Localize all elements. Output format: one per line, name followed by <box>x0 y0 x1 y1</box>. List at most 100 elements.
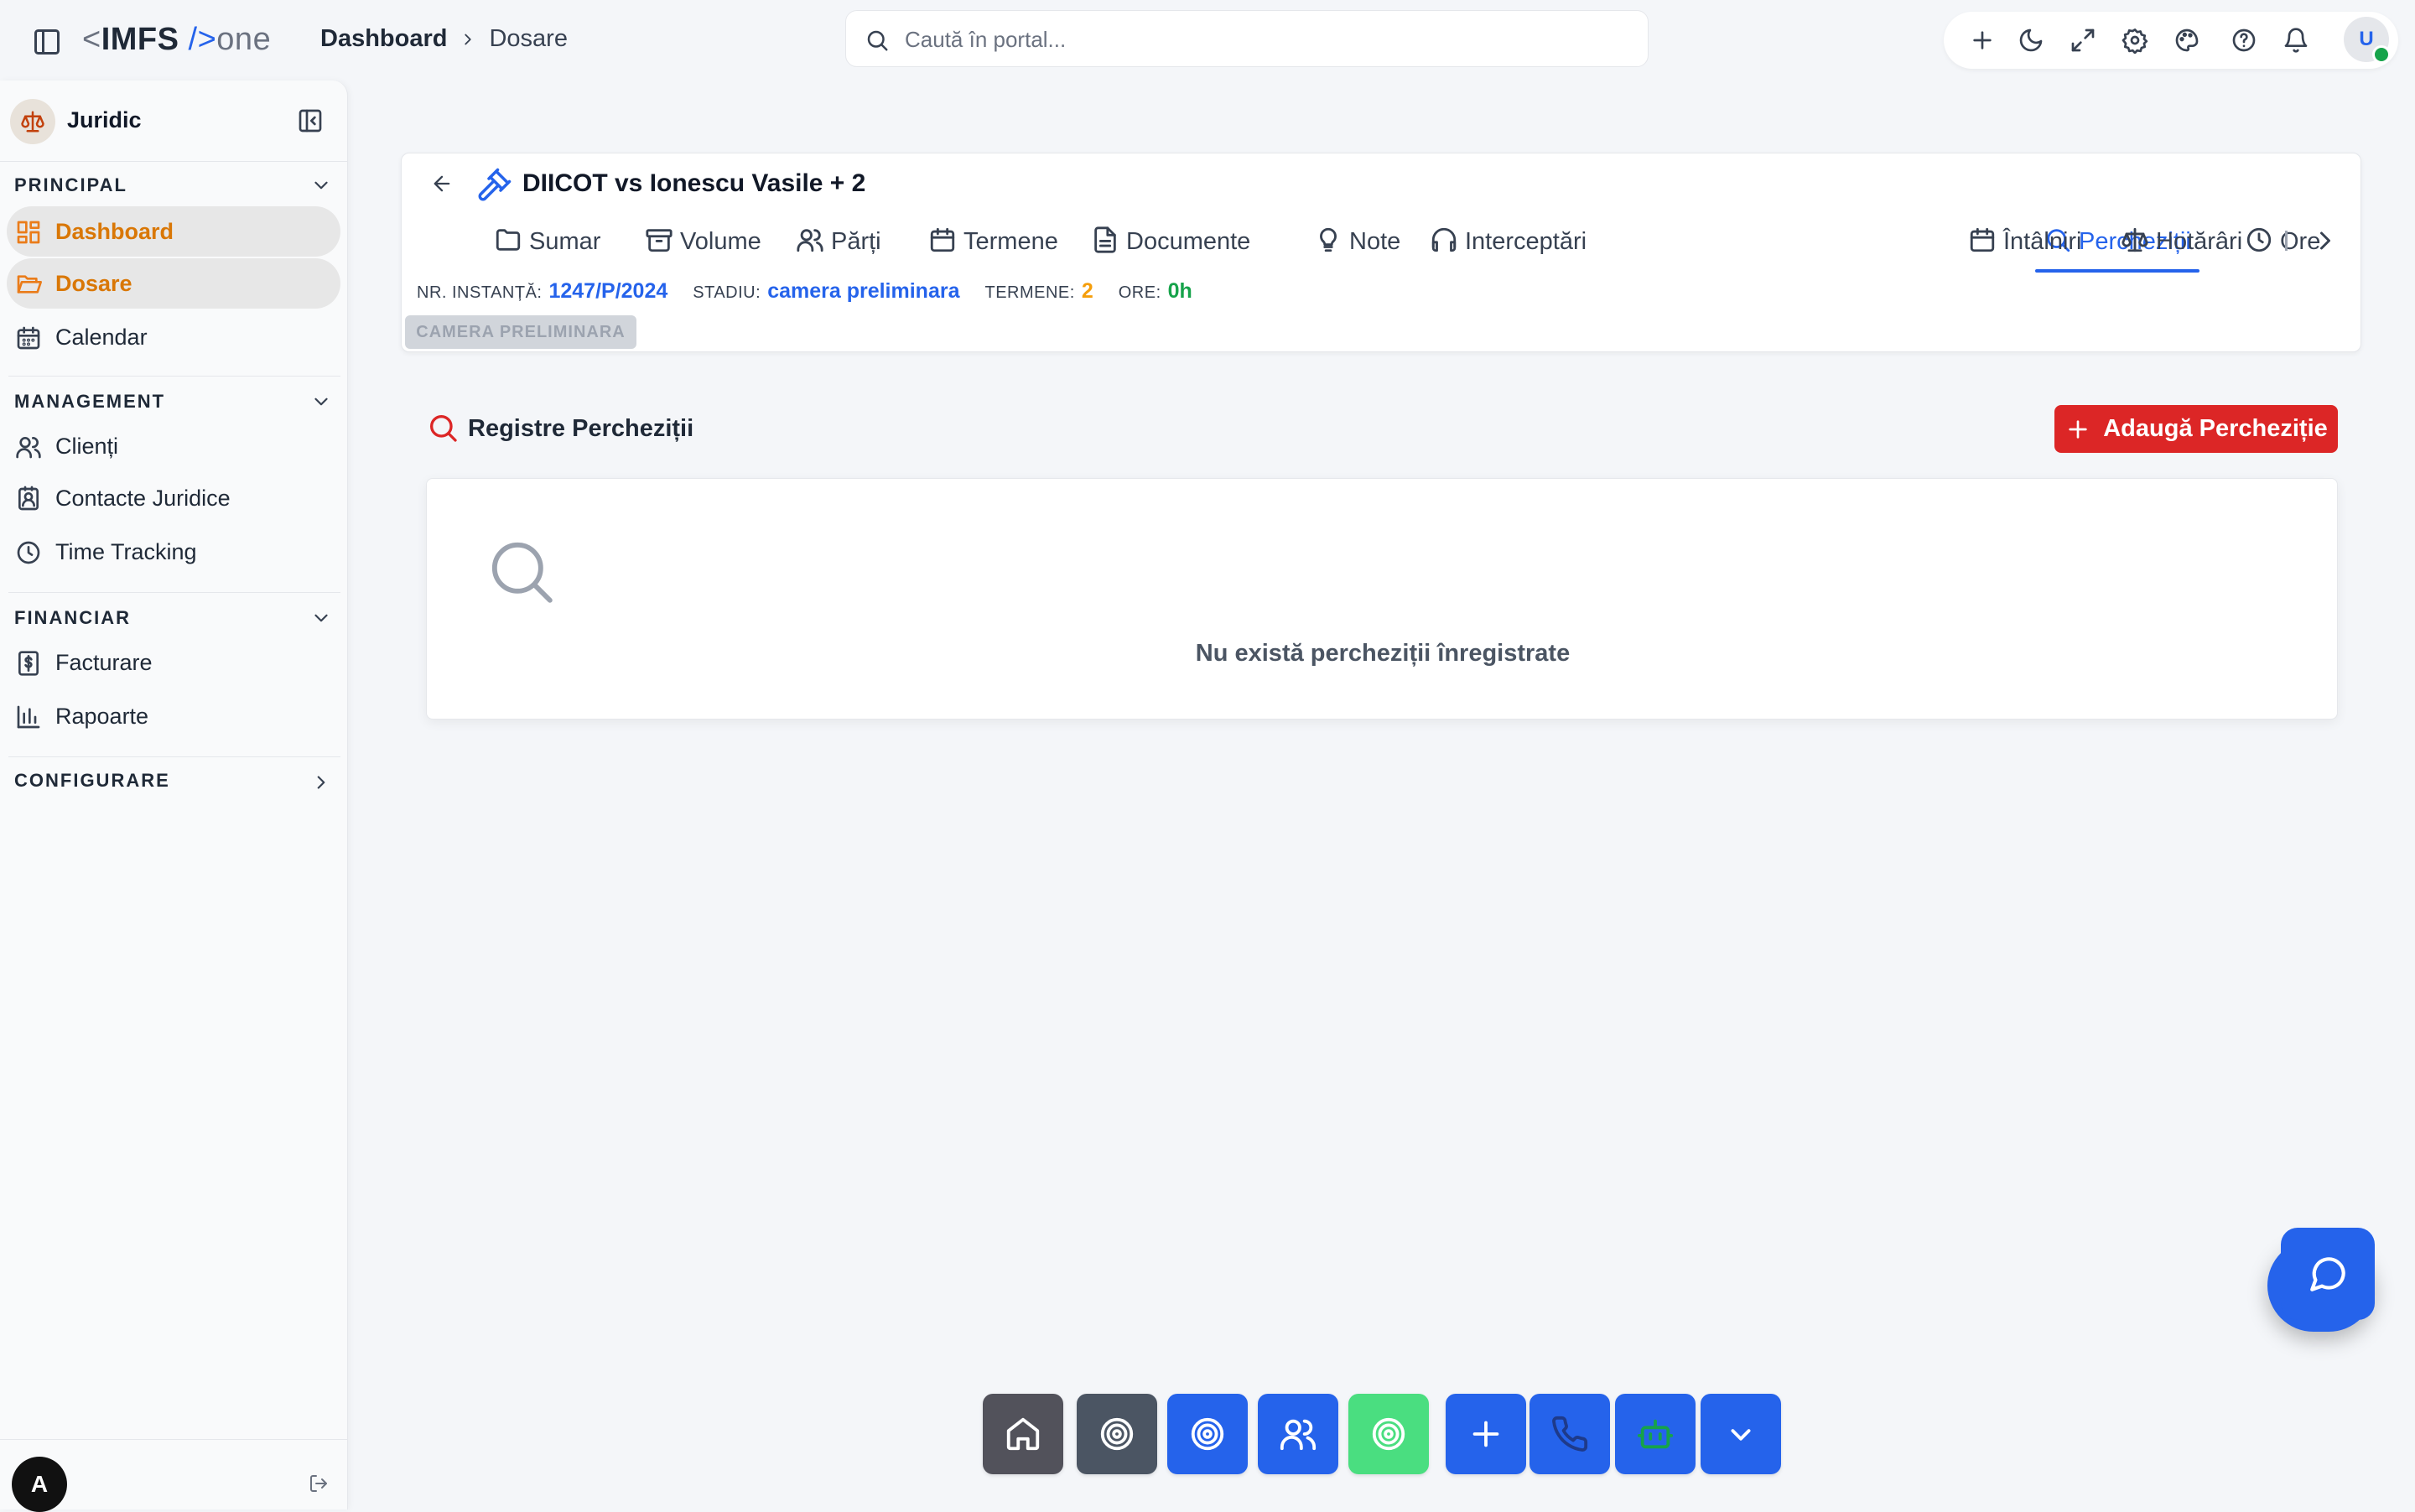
search-icon <box>484 534 558 608</box>
help-icon[interactable] <box>2231 27 2257 54</box>
expand-icon[interactable] <box>2070 27 2096 54</box>
sidebar-item-label: Contacte Juridice <box>55 486 231 511</box>
chevron-down-icon[interactable] <box>310 174 332 196</box>
instance-label: NR. INSTANȚĂ: <box>417 283 543 302</box>
toolbar-actions <box>1944 12 2398 69</box>
case-meta: NR. INSTANȚĂ: 1247/P/2024 STADIU: camera… <box>417 279 1192 304</box>
logout-icon[interactable] <box>309 1473 329 1494</box>
calendar-icon <box>15 325 42 351</box>
sidebar-item-calendar[interactable]: Calendar <box>7 312 340 362</box>
add-search-button[interactable]: Adaugă Percheziție <box>2054 405 2338 453</box>
section-financiar[interactable]: FINANCIAR <box>14 607 131 629</box>
back-arrow-icon[interactable] <box>430 172 454 195</box>
section-configurare[interactable]: CONFIGURARE <box>14 770 170 792</box>
sidebar-item-dashboard[interactable]: Dashboard <box>7 206 340 257</box>
calendar-icon <box>1968 226 1997 254</box>
gavel-icon <box>477 167 512 202</box>
tab-overflow-indicator <box>2285 231 2288 251</box>
dock-users-button[interactable] <box>1258 1394 1338 1474</box>
sidebar-item-facturare[interactable]: Facturare <box>7 637 340 688</box>
sidebar-toggle-icon[interactable] <box>32 27 62 57</box>
collapse-sidebar-icon[interactable] <box>297 107 324 134</box>
app-logo[interactable]: <IMFS />one <box>82 22 271 58</box>
hours-label: ORE: <box>1118 283 1161 302</box>
sidebar-title: Juridic <box>67 107 142 132</box>
dock-phone-button[interactable] <box>1530 1394 1610 1474</box>
chat-button[interactable] <box>2281 1228 2375 1320</box>
scale-icon <box>10 99 55 144</box>
tab-volume[interactable]: Volume <box>645 226 761 273</box>
sidebar-item-time-tracking[interactable]: Time Tracking <box>7 527 340 577</box>
dock-target-button-3[interactable] <box>1348 1394 1429 1474</box>
sidebar-item-clienti[interactable]: Clienți <box>7 421 340 471</box>
sidebar-item-label: Clienți <box>55 434 119 459</box>
sidebar: Juridic PRINCIPAL Dashboard Dosare Calen… <box>0 81 348 1512</box>
divider <box>8 756 340 757</box>
breadcrumb-dashboard[interactable]: Dashboard <box>320 25 447 53</box>
search-bar <box>845 10 1649 67</box>
sidebar-item-label: Dashboard <box>55 219 174 244</box>
gear-icon[interactable] <box>2122 27 2148 54</box>
hours-value: 0h <box>1167 279 1192 303</box>
dock-more-button[interactable] <box>1701 1394 1781 1474</box>
plus-icon <box>2064 416 2091 443</box>
logo-bracket: < <box>82 22 101 57</box>
palette-icon[interactable] <box>2174 27 2200 54</box>
chevron-down-icon[interactable] <box>310 607 332 629</box>
tab-note[interactable]: Note <box>1314 226 1400 273</box>
clock-icon <box>15 539 42 566</box>
chevron-down-icon[interactable] <box>310 391 332 413</box>
tab-label: Părți <box>831 228 881 255</box>
tab-interceptari[interactable]: Interceptări <box>1430 226 1587 273</box>
deadlines-value: 2 <box>1081 279 1093 303</box>
users-icon <box>1279 1415 1317 1453</box>
section-title: Registre Percheziții <box>468 415 694 442</box>
dock-target-button[interactable] <box>1077 1394 1157 1474</box>
chevron-right-icon[interactable] <box>310 772 332 793</box>
bar-chart-icon <box>15 704 42 730</box>
logo-name: IMFS <box>101 22 179 57</box>
user-avatar-footer[interactable]: A <box>12 1457 67 1512</box>
deadlines-label: TERMENE: <box>984 283 1075 302</box>
dock-add-button[interactable] <box>1446 1394 1526 1474</box>
breadcrumb-dosare[interactable]: Dosare <box>489 25 568 53</box>
section-management[interactable]: MANAGEMENT <box>14 391 165 413</box>
tab-intalniri[interactable]: Întâlniri <box>1968 226 2082 273</box>
sidebar-item-contacte-juridice[interactable]: Contacte Juridice <box>7 473 340 523</box>
logo-suffix: one <box>216 22 272 57</box>
contact-book-icon <box>15 486 42 512</box>
tab-parti[interactable]: Părți <box>796 226 881 273</box>
target-icon <box>1098 1415 1136 1453</box>
empty-state-text: Nu există percheziții înregistrate <box>1195 640 1571 667</box>
sidebar-header: Juridic <box>0 81 347 162</box>
archive-icon <box>645 226 673 254</box>
plus-icon[interactable] <box>1969 27 1996 54</box>
tab-label: Note <box>1349 228 1401 255</box>
tab-termene[interactable]: Termene <box>928 226 1058 273</box>
status-badge: CAMERA PRELIMINARA <box>405 315 636 349</box>
bell-icon[interactable] <box>2283 27 2309 54</box>
target-icon <box>1369 1415 1408 1453</box>
dock-bot-button[interactable] <box>1615 1394 1696 1474</box>
sidebar-item-dosare[interactable]: Dosare <box>7 258 340 309</box>
folder-open-icon <box>15 271 42 298</box>
tab-sumar[interactable]: Sumar <box>494 226 600 273</box>
sidebar-item-rapoarte[interactable]: Rapoarte <box>7 691 340 741</box>
user-avatar[interactable]: U <box>2344 17 2391 64</box>
tab-hotarari[interactable]: Hotărâri <box>2121 226 2242 273</box>
tab-ore[interactable]: Ore <box>2245 226 2320 273</box>
dock-home-button[interactable] <box>983 1394 1063 1474</box>
case-header: DIICOT vs Ionescu Vasile + 2 Sumar Volum… <box>401 153 2361 352</box>
section-principal[interactable]: PRINCIPAL <box>14 174 127 196</box>
headphones-icon <box>1430 226 1458 254</box>
chevron-right-icon[interactable] <box>2310 226 2340 256</box>
moon-icon[interactable] <box>2018 27 2044 54</box>
clock-icon <box>2245 226 2273 254</box>
invoice-icon <box>15 650 42 677</box>
dock-target-button-2[interactable] <box>1167 1394 1248 1474</box>
chevron-right-icon <box>459 30 477 49</box>
tab-documente[interactable]: Documente <box>1091 226 1250 273</box>
breadcrumb: Dashboard Dosare <box>320 25 568 53</box>
tab-label: Interceptări <box>1465 228 1587 255</box>
search-input[interactable] <box>903 19 1628 60</box>
